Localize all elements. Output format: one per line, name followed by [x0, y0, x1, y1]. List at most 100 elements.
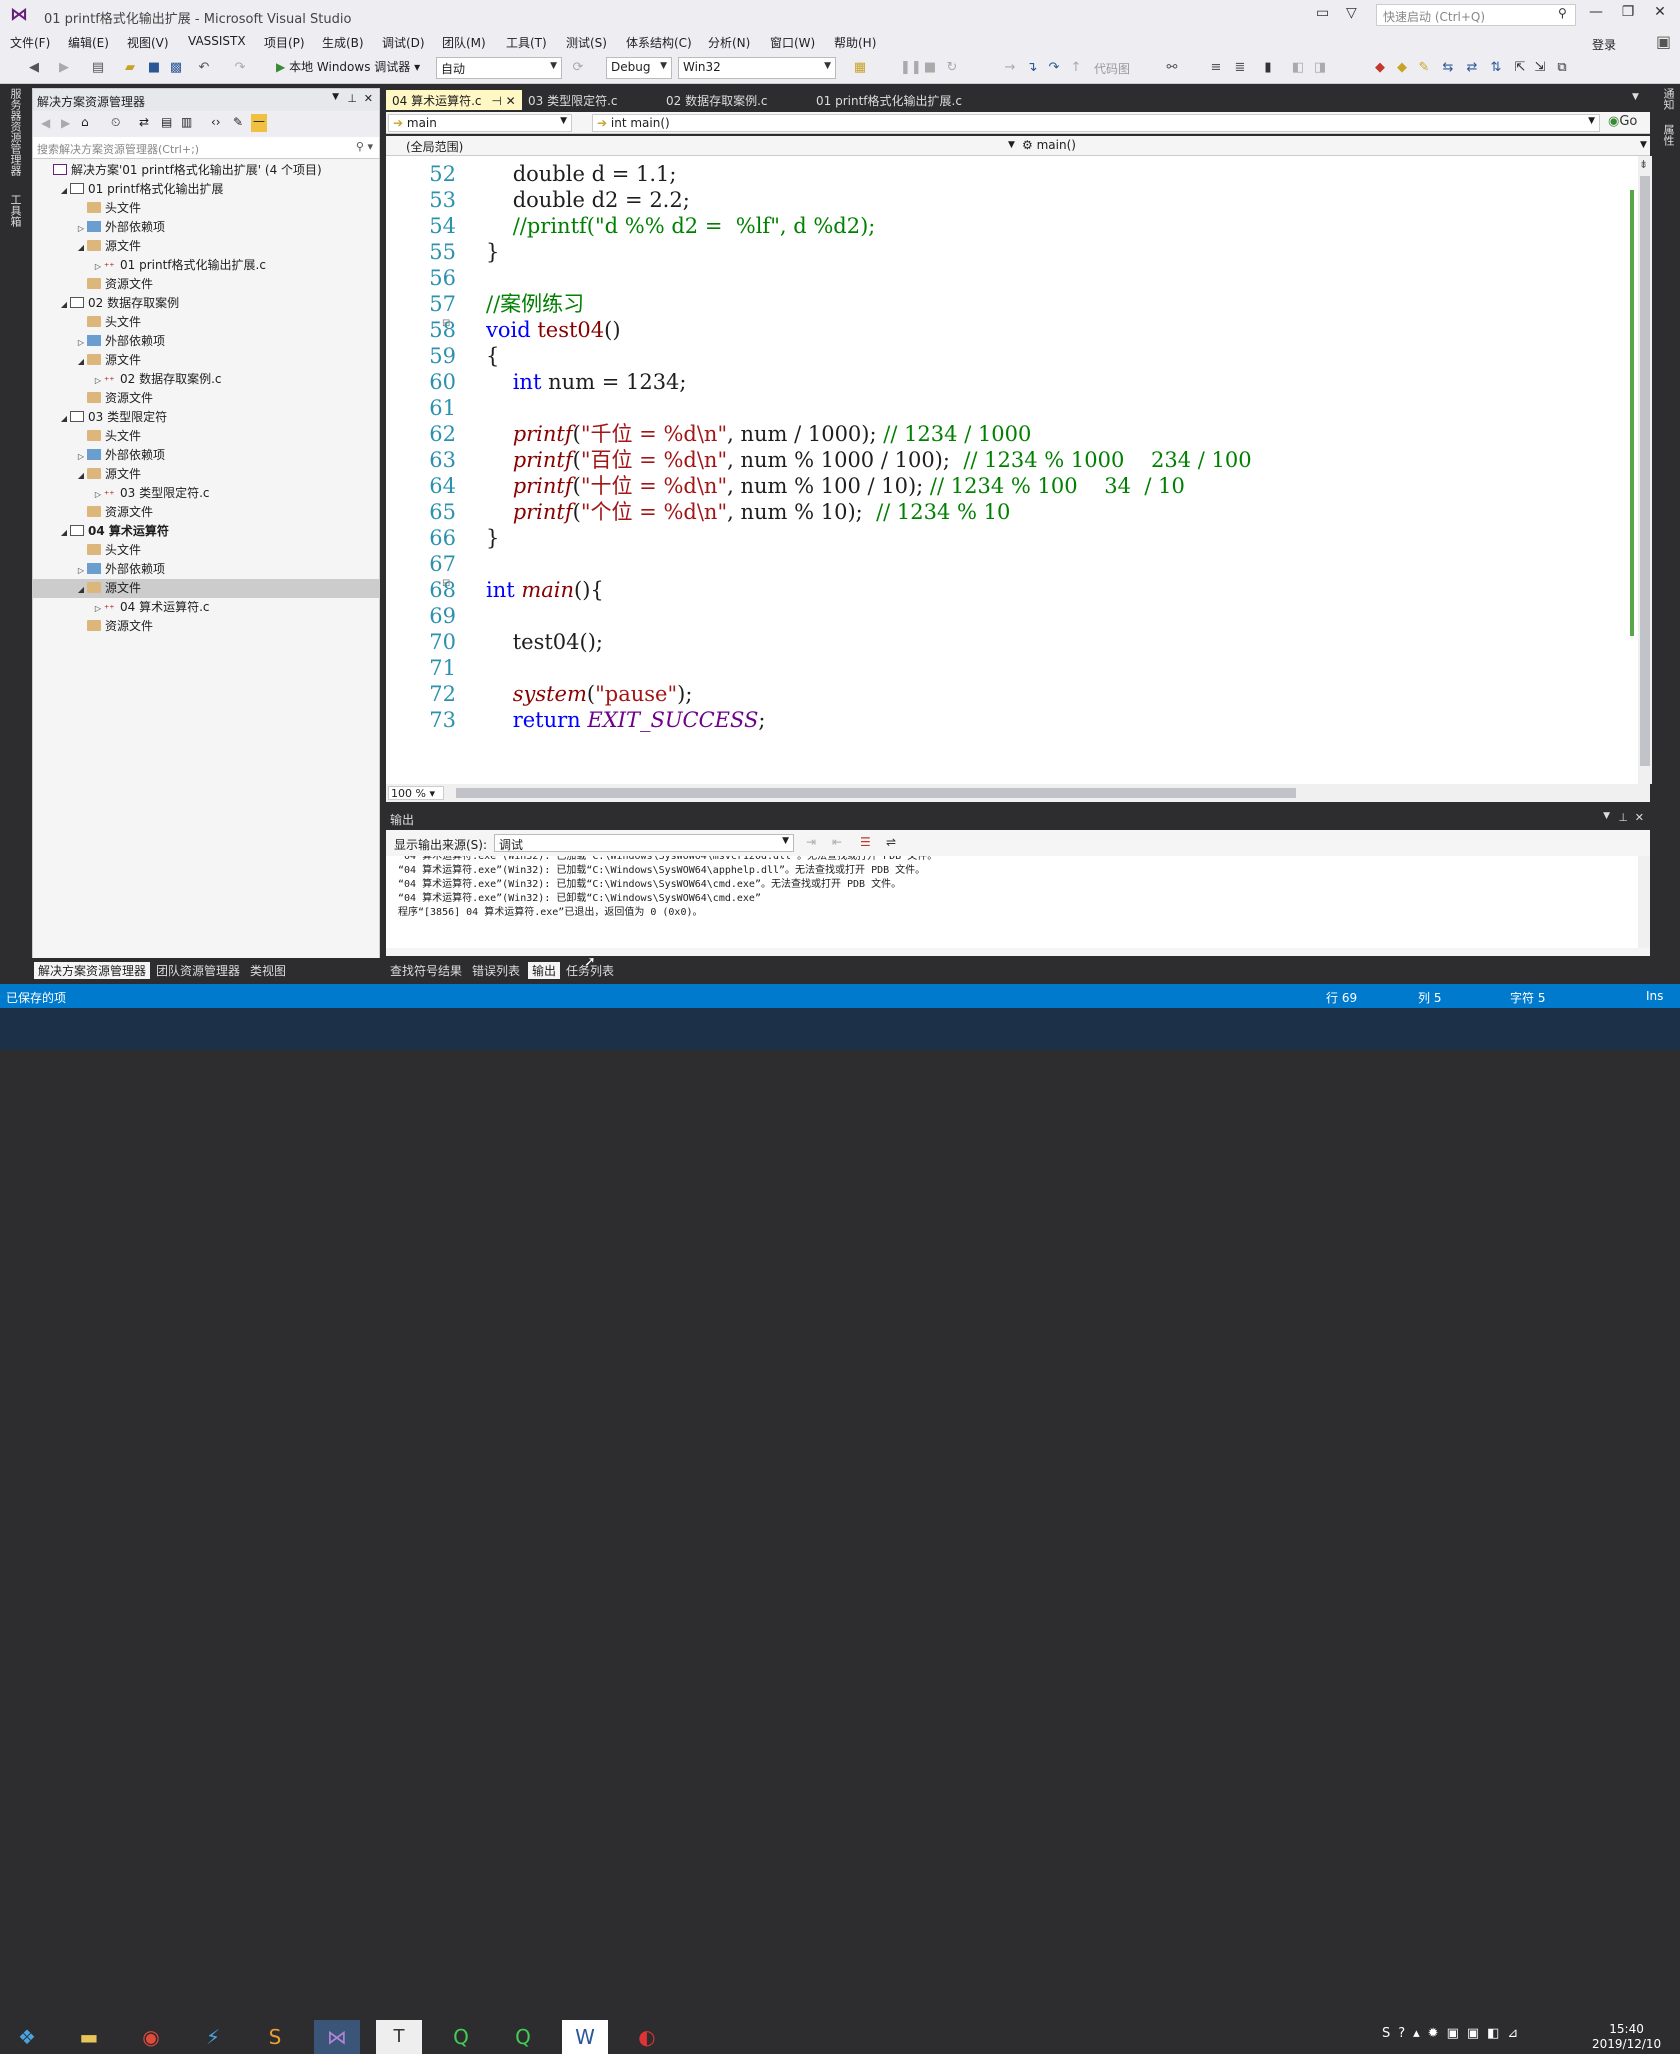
tree-folder[interactable]: 头文件	[33, 541, 379, 560]
word-wrap-icon[interactable]: ⇌	[886, 835, 896, 849]
properties-tab[interactable]: 属性	[1660, 124, 1676, 146]
expand-toggle-icon[interactable]: ▷	[92, 485, 104, 504]
tree-folder[interactable]: 头文件	[33, 199, 379, 218]
save-icon[interactable]: ■	[146, 60, 162, 76]
vassist-icon-2[interactable]: ◆	[1394, 60, 1410, 76]
expand-toggle-icon[interactable]: ◢	[58, 295, 70, 314]
solution-search-input[interactable]: 搜索解决方案资源管理器(Ctrl+;) ⚲ ▾	[33, 137, 379, 159]
tab-output[interactable]: 输出	[528, 962, 561, 979]
menu-debug[interactable]: 调试(D)	[382, 34, 425, 51]
code-view-icon[interactable]: ‹›	[211, 115, 221, 129]
panel-menu-icon[interactable]: ▼	[332, 92, 339, 102]
pause-icon[interactable]: ❚❚	[900, 60, 922, 76]
vassist-icon-8[interactable]: ⇲	[1532, 60, 1548, 76]
tree-project[interactable]: ◢ 04 算术运算符	[33, 522, 379, 541]
app-icon[interactable]: ◐	[624, 2020, 670, 2054]
menu-edit[interactable]: 编辑(E)	[68, 34, 109, 51]
clear-all-icon[interactable]: ☰	[860, 835, 871, 849]
file-explorer-icon[interactable]: ▬	[66, 2020, 112, 2054]
prev-message-icon[interactable]: ⇤	[832, 835, 842, 849]
expand-toggle-icon[interactable]: ◢	[58, 523, 70, 542]
notifications-tab[interactable]: 通知	[1660, 88, 1676, 110]
stop-icon[interactable]: ■	[922, 60, 938, 76]
step-out-icon[interactable]: ↑	[1068, 60, 1084, 76]
prev-bookmark-icon[interactable]: ◧	[1290, 60, 1306, 76]
editor-vertical-scrollbar[interactable]: ⇟	[1638, 156, 1652, 784]
tab-find-symbol-results[interactable]: 查找符号结果	[390, 962, 462, 979]
menu-file[interactable]: 文件(F)	[10, 34, 50, 51]
output-menu-icon[interactable]: ▼	[1603, 811, 1610, 821]
visual-studio-taskbar-icon[interactable]: ⋈	[314, 2020, 360, 2054]
menu-view[interactable]: 视图(V)	[127, 34, 169, 51]
save-all-icon[interactable]: ▩	[168, 60, 184, 76]
tree-source-file[interactable]: ▷ ⁺⁺ 03 类型限定符.c	[33, 484, 379, 503]
tree-folder[interactable]: 资源文件	[33, 389, 379, 408]
find-message-icon[interactable]: ⇥	[806, 835, 816, 849]
tree-folder[interactable]: 资源文件	[33, 503, 379, 522]
menu-tools[interactable]: 工具(T)	[506, 34, 547, 51]
panel-close-icon[interactable]: ✕	[364, 92, 373, 105]
tree-folder[interactable]: ▷ 外部依赖项	[33, 332, 379, 351]
expand-toggle-icon[interactable]: ◢	[58, 409, 70, 428]
expand-toggle-icon[interactable]: ▷	[75, 333, 87, 352]
expand-toggle-icon[interactable]: ◢	[75, 466, 87, 485]
tree-solution[interactable]: 解决方案'01 printf格式化输出扩展' (4 个项目)	[33, 161, 379, 180]
output-close-icon[interactable]: ✕	[1635, 811, 1644, 824]
output-text[interactable]: “04 算术运算符.exe”(Win32): 已加载“C:\Windows\Sy…	[386, 856, 1638, 948]
tab-team-explorer[interactable]: 团队资源管理器	[156, 962, 240, 979]
expand-toggle-icon[interactable]: ▷	[75, 561, 87, 580]
pin-icon[interactable]: ⊥	[347, 92, 357, 105]
start-button-icon[interactable]: ❖	[4, 2020, 50, 2054]
expand-toggle-icon[interactable]: ▷	[92, 599, 104, 618]
vassist-icon-9[interactable]: ⧉	[1554, 60, 1570, 76]
tree-folder[interactable]: 头文件	[33, 313, 379, 332]
menu-architecture[interactable]: 体系结构(C)	[626, 34, 692, 51]
expand-toggle-icon[interactable]: ▷	[75, 447, 87, 466]
find-in-files-icon[interactable]: ▦	[852, 60, 868, 76]
redo-icon[interactable]: ↷	[232, 60, 248, 76]
quick-launch-input[interactable]: 快速启动 (Ctrl+Q)	[1376, 4, 1576, 26]
account-icon[interactable]: ▣	[1656, 32, 1671, 51]
refresh-icon[interactable]: ⟳	[570, 60, 586, 76]
function-combo[interactable]: ➔ int main() ▼	[592, 114, 1600, 132]
tree-project[interactable]: ◢ 01 printf格式化输出扩展	[33, 180, 379, 199]
vassist-icon-3[interactable]: ✎	[1416, 60, 1432, 76]
expand-toggle-icon[interactable]: ◢	[75, 238, 87, 257]
menu-help[interactable]: 帮助(H)	[834, 34, 876, 51]
tree-source-file[interactable]: ▷ ⁺⁺ 01 printf格式化输出扩展.c	[33, 256, 379, 275]
forward-icon[interactable]: ▶	[56, 60, 72, 76]
restart-icon[interactable]: ↻	[944, 60, 960, 76]
notification-icon[interactable]: ▭	[1316, 5, 1329, 21]
vassist-icon-7[interactable]: ⇱	[1512, 60, 1528, 76]
show-next-statement-icon[interactable]: →	[1002, 60, 1018, 76]
tree-folder[interactable]: ▷ 外部依赖项	[33, 218, 379, 237]
tab-error-list[interactable]: 错误列表	[472, 962, 520, 979]
tab-close-icon[interactable]: ✕	[506, 94, 516, 108]
expand-toggle-icon[interactable]: ▷	[92, 257, 104, 276]
tree-source-file[interactable]: ▷ ⁺⁺ 02 数据存取案例.c	[33, 370, 379, 389]
new-project-icon[interactable]: ▤	[90, 60, 106, 76]
open-file-icon[interactable]: ▰	[122, 60, 138, 76]
uncomment-icon[interactable]: ≣	[1232, 60, 1248, 76]
expand-toggle-icon[interactable]: ◢	[58, 181, 70, 200]
preview-icon[interactable]: —	[251, 114, 267, 132]
tab-pin-icon[interactable]: ⊣	[491, 94, 501, 108]
tab-class-view[interactable]: 类视图	[250, 962, 286, 979]
go-button[interactable]: ◉Go	[1608, 114, 1637, 132]
doc-tabs-dropdown-icon[interactable]: ▼	[1632, 92, 1639, 102]
auto-combo[interactable]: 自动 ▼	[436, 57, 562, 79]
menu-analyze[interactable]: 分析(N)	[708, 34, 750, 51]
expand-toggle-icon[interactable]: ◢	[75, 352, 87, 371]
menu-project[interactable]: 项目(P)	[264, 34, 305, 51]
toolbox-tab[interactable]: 工具箱	[7, 194, 23, 227]
output-pin-icon[interactable]: ⊥	[1618, 811, 1628, 824]
typora-icon[interactable]: T	[376, 2020, 422, 2054]
collapse-marker-68[interactable]: ⊟	[442, 578, 450, 589]
member-combo[interactable]: ⚙ main()	[1022, 138, 1076, 152]
filter-icon[interactable]: ▽	[1346, 5, 1357, 21]
system-tray-icons[interactable]: S?▴✹▣▣◧⊿	[1382, 2026, 1526, 2041]
vassist-icon-4[interactable]: ⇆	[1440, 60, 1456, 76]
global-scope-arrow-icon[interactable]: ▼	[1008, 140, 1015, 150]
split-icon[interactable]: ⇟	[1639, 158, 1648, 171]
scroll-thumb[interactable]	[1640, 176, 1650, 766]
